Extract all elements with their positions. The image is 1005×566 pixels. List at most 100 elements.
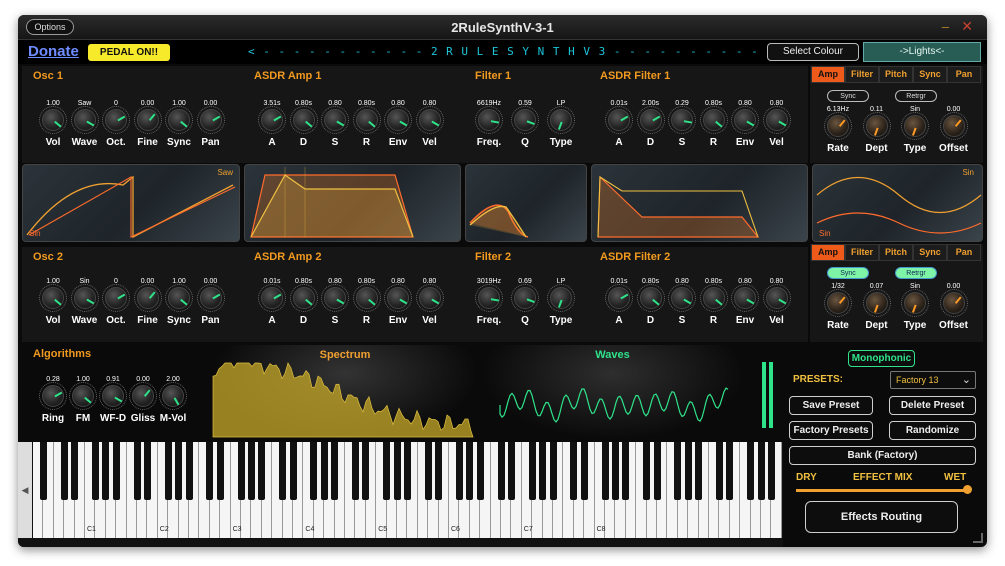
black-key[interactable] xyxy=(206,442,214,500)
black-key[interactable] xyxy=(39,442,47,500)
knob-dial[interactable] xyxy=(475,106,503,134)
black-key[interactable] xyxy=(476,442,484,500)
fenv2-knob-d[interactable]: 0.80s D xyxy=(635,277,667,326)
black-key[interactable] xyxy=(310,442,318,500)
black-key[interactable] xyxy=(60,442,68,500)
tab-sync[interactable]: Sync xyxy=(913,66,947,83)
osc2-knob-pan[interactable]: 0.00 Pan xyxy=(195,277,227,326)
amp1-knob-env[interactable]: 0.80 Env xyxy=(382,99,414,148)
knob-dial[interactable] xyxy=(699,106,728,134)
knob-dial[interactable] xyxy=(699,284,728,312)
black-key[interactable] xyxy=(133,442,141,500)
knob-dial[interactable] xyxy=(384,106,412,134)
lfo2-knob-type[interactable]: Sin Type xyxy=(899,282,931,331)
knob-dial[interactable] xyxy=(901,112,929,140)
black-key[interactable] xyxy=(102,442,110,500)
lfo1-knob-type[interactable]: Sin Type xyxy=(899,105,931,154)
black-key[interactable] xyxy=(362,442,370,500)
knob-dial[interactable] xyxy=(862,112,891,140)
bank-button[interactable]: Bank (Factory) xyxy=(789,446,976,465)
knob-dial[interactable] xyxy=(289,106,318,134)
tab-amp[interactable]: Amp xyxy=(811,244,845,261)
lfo1-knob-dept[interactable]: 0.11 Dept xyxy=(861,105,893,154)
knob-dial[interactable] xyxy=(196,106,225,134)
knob-dial[interactable] xyxy=(39,284,67,312)
black-key[interactable] xyxy=(216,442,224,500)
amp1-knob-r[interactable]: 0.80s R xyxy=(351,99,383,148)
black-key[interactable] xyxy=(289,442,297,500)
algorithms-knob-mvol[interactable]: 2.00 M-Vol xyxy=(157,375,189,424)
lfo2-retrgr-toggle[interactable]: Retrgr xyxy=(895,267,937,279)
knob-dial[interactable] xyxy=(636,106,665,134)
delete-preset-button[interactable]: Delete Preset xyxy=(889,396,976,415)
knob-dial[interactable] xyxy=(352,284,381,312)
black-key[interactable] xyxy=(528,442,536,500)
knob-dial[interactable] xyxy=(70,284,99,312)
algorithms-knob-fm[interactable]: 1.00 FM xyxy=(67,375,99,424)
knob-dial[interactable] xyxy=(384,284,412,312)
preset-select[interactable]: Factory 13 ⌄ xyxy=(890,371,976,389)
close-icon[interactable]: ✕ xyxy=(961,18,973,35)
fenv2-knob-r[interactable]: 0.80s R xyxy=(698,277,730,326)
black-key[interactable] xyxy=(643,442,651,500)
knob-dial[interactable] xyxy=(352,106,381,134)
knob-dial[interactable] xyxy=(475,284,503,312)
black-key[interactable] xyxy=(143,442,151,500)
lfo1-sync-toggle[interactable]: Sync xyxy=(827,90,869,102)
knob-dial[interactable] xyxy=(901,289,929,317)
fenv2-knob-s[interactable]: 0.80 S xyxy=(666,277,698,326)
monophonic-toggle[interactable]: Monophonic xyxy=(848,350,915,367)
donate-link[interactable]: Donate xyxy=(28,43,79,60)
algorithms-knob-ring[interactable]: 0.28 Ring xyxy=(37,375,69,424)
black-key[interactable] xyxy=(767,442,775,500)
fenv1-knob-d[interactable]: 2.00s D xyxy=(635,99,667,148)
amp1-knob-s[interactable]: 0.80 S xyxy=(319,99,351,148)
knob-dial[interactable] xyxy=(731,284,759,312)
tab-pitch[interactable]: Pitch xyxy=(879,66,913,83)
lights-button[interactable]: ->Lights<- xyxy=(863,42,981,62)
amp2-knob-env[interactable]: 0.80 Env xyxy=(382,277,414,326)
effects-routing-button[interactable]: Effects Routing xyxy=(805,501,958,533)
black-key[interactable] xyxy=(435,442,443,500)
lfo1-knob-rate[interactable]: 6.13Hz Rate xyxy=(822,105,854,154)
knob-dial[interactable] xyxy=(762,284,791,312)
black-key[interactable] xyxy=(320,442,328,500)
osc2-knob-oct[interactable]: 0 Oct. xyxy=(100,277,132,326)
knob-dial[interactable] xyxy=(824,112,852,140)
effect-mix-slider-thumb[interactable] xyxy=(963,485,972,494)
knob-dial[interactable] xyxy=(511,284,539,312)
black-key[interactable] xyxy=(674,442,682,500)
black-key[interactable] xyxy=(726,442,734,500)
filter1-knob-type[interactable]: LP Type xyxy=(545,99,577,148)
filter1-knob-freq[interactable]: 6619Hz Freq. xyxy=(473,99,505,148)
black-key[interactable] xyxy=(715,442,723,500)
knob-dial[interactable] xyxy=(547,106,575,134)
tab-amp[interactable]: Amp xyxy=(811,66,845,83)
amp2-knob-d[interactable]: 0.80s D xyxy=(288,277,320,326)
knob-dial[interactable] xyxy=(133,106,162,134)
filter2-knob-q[interactable]: 0.69 Q xyxy=(509,277,541,326)
knob-dial[interactable] xyxy=(321,106,349,134)
amp1-knob-vel[interactable]: 0.80 Vel xyxy=(414,99,446,148)
black-key[interactable] xyxy=(539,442,547,500)
black-key[interactable] xyxy=(549,442,557,500)
select-colour-button[interactable]: Select Colour xyxy=(767,43,859,61)
knob-dial[interactable] xyxy=(258,106,286,134)
black-key[interactable] xyxy=(497,442,505,500)
black-key[interactable] xyxy=(622,442,630,500)
lfo2-knob-offset[interactable]: 0.00 Offset xyxy=(938,282,970,331)
tab-pitch[interactable]: Pitch xyxy=(879,244,913,261)
knob-dial[interactable] xyxy=(129,382,157,410)
tab-pan[interactable]: Pan xyxy=(947,66,981,83)
knob-dial[interactable] xyxy=(69,382,97,410)
fenv1-knob-a[interactable]: 0.01s A xyxy=(603,99,635,148)
knob-dial[interactable] xyxy=(547,284,575,312)
knob-dial[interactable] xyxy=(321,284,349,312)
knob-dial[interactable] xyxy=(133,284,162,312)
knob-dial[interactable] xyxy=(731,106,759,134)
black-key[interactable] xyxy=(351,442,359,500)
lfo1-knob-offset[interactable]: 0.00 Offset xyxy=(938,105,970,154)
osc2-knob-vol[interactable]: 1.00 Vol xyxy=(37,277,69,326)
save-preset-button[interactable]: Save Preset xyxy=(789,396,873,415)
black-key[interactable] xyxy=(237,442,245,500)
